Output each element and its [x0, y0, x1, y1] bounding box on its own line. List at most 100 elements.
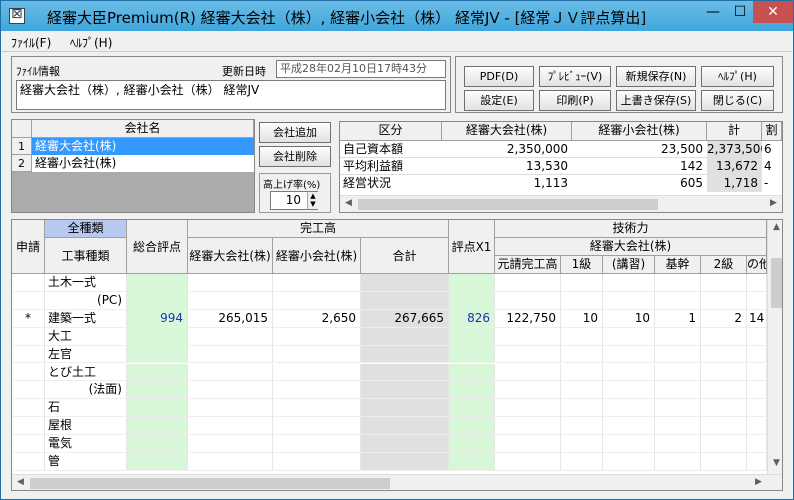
row-tech-cell[interactable]	[701, 274, 747, 292]
scroll-up-icon[interactable]: ▲	[768, 222, 782, 232]
app-icon[interactable]	[9, 6, 25, 24]
row-sum-cell[interactable]	[361, 363, 449, 382]
row-score-cell[interactable]	[127, 345, 188, 364]
row-tech-cell[interactable]: 122,750	[495, 309, 561, 328]
row-score-cell[interactable]: 994	[127, 309, 188, 328]
row-small-cell[interactable]	[273, 274, 361, 292]
row-x1-cell[interactable]	[449, 435, 495, 453]
row-big-cell[interactable]	[188, 274, 273, 292]
row-tech-cell[interactable]	[747, 274, 767, 292]
row-score-cell[interactable]	[127, 453, 188, 471]
summary-cell[interactable]: 23,500	[572, 141, 707, 158]
row-sum-cell[interactable]: 267,665	[361, 309, 449, 328]
new-save-button[interactable]: 新規保存(N)	[616, 66, 696, 87]
row-apply-cell[interactable]	[12, 327, 45, 346]
row-score-cell[interactable]	[127, 291, 188, 310]
row-tech-cell[interactable]	[603, 274, 655, 292]
row-tech-cell[interactable]	[561, 417, 603, 436]
row-type-cell[interactable]: 大工	[45, 327, 127, 346]
row-small-cell[interactable]	[273, 291, 361, 310]
row-tech-cell[interactable]: 2	[701, 309, 747, 328]
row-tech-cell[interactable]	[561, 291, 603, 310]
row-tech-cell[interactable]	[603, 399, 655, 418]
row-score-cell[interactable]	[127, 435, 188, 453]
all-types-button[interactable]: 全種類	[45, 220, 127, 238]
row-x1-cell[interactable]	[449, 274, 495, 292]
row-small-cell[interactable]	[273, 381, 361, 400]
row-tech-cell[interactable]	[747, 345, 767, 364]
summary-hscroll[interactable]: ◀ ▶	[340, 195, 782, 212]
summary-hscroll-thumb[interactable]	[358, 199, 658, 210]
row-apply-cell[interactable]	[12, 274, 45, 292]
row-tech-cell[interactable]	[495, 363, 561, 382]
row-small-cell[interactable]: 2,650	[273, 309, 361, 328]
row-tech-cell[interactable]	[561, 435, 603, 453]
minimize-button[interactable]: —	[699, 1, 727, 23]
row-big-cell[interactable]	[188, 363, 273, 382]
row-apply-cell[interactable]: *	[12, 309, 45, 328]
row-apply-cell[interactable]	[12, 345, 45, 364]
scroll-left-icon[interactable]: ◀	[340, 198, 357, 208]
row-sum-cell[interactable]	[361, 345, 449, 364]
row-big-cell[interactable]	[188, 417, 273, 436]
row-tech-cell[interactable]	[655, 435, 701, 453]
row-tech-cell[interactable]	[701, 417, 747, 436]
pdf-button[interactable]: PDF(D)	[464, 66, 534, 87]
row-type-cell[interactable]: 屋根	[45, 417, 127, 436]
row-tech-cell[interactable]	[701, 291, 747, 310]
row-tech-cell[interactable]	[561, 381, 603, 400]
scroll-right-icon[interactable]: ▶	[765, 198, 782, 208]
row-sum-cell[interactable]	[361, 381, 449, 400]
row-tech-cell[interactable]	[561, 453, 603, 471]
row-sum-cell[interactable]	[361, 399, 449, 418]
row-sum-cell[interactable]	[361, 327, 449, 346]
main-hscroll-thumb[interactable]	[30, 478, 390, 489]
row-tech-cell[interactable]	[495, 327, 561, 346]
row-big-cell[interactable]	[188, 327, 273, 346]
row-tech-cell[interactable]	[701, 453, 747, 471]
row-x1-cell[interactable]	[449, 291, 495, 310]
row-sum-cell[interactable]	[361, 435, 449, 453]
close-button[interactable]: 閉じる(C)	[701, 90, 774, 111]
row-tech-cell[interactable]	[747, 363, 767, 382]
row-tech-cell[interactable]	[495, 417, 561, 436]
row-tech-cell[interactable]	[655, 417, 701, 436]
row-big-cell[interactable]	[188, 345, 273, 364]
row-small-cell[interactable]	[273, 363, 361, 382]
row-tech-cell[interactable]	[747, 435, 767, 453]
row-big-cell[interactable]: 265,015	[188, 309, 273, 328]
row-type-cell[interactable]: とび土工	[45, 363, 127, 382]
row-sum-cell[interactable]	[361, 453, 449, 471]
row-tech-cell[interactable]	[701, 399, 747, 418]
row-tech-cell[interactable]	[655, 381, 701, 400]
row-x1-cell[interactable]	[449, 399, 495, 418]
row-tech-cell[interactable]	[495, 435, 561, 453]
row-big-cell[interactable]	[188, 399, 273, 418]
row-tech-cell[interactable]: 14	[747, 309, 767, 328]
help-button[interactable]: ﾍﾙﾌﾟ(H)	[701, 66, 774, 87]
delete-company-button[interactable]: 会社削除	[259, 146, 331, 167]
summary-cell[interactable]: 142	[572, 158, 707, 175]
row-x1-cell[interactable]	[449, 453, 495, 471]
row-tech-cell[interactable]	[561, 345, 603, 364]
summary-cell[interactable]: 13,530	[442, 158, 572, 175]
row-type-cell[interactable]: 建築一式	[45, 309, 127, 328]
row-apply-cell[interactable]	[12, 291, 45, 310]
row-tech-cell[interactable]	[603, 381, 655, 400]
sales-rate-spinner[interactable]: ▲ ▼	[307, 192, 318, 209]
row-tech-cell[interactable]	[495, 381, 561, 400]
scroll-right-icon[interactable]: ▶	[750, 477, 767, 487]
row-score-cell[interactable]	[127, 327, 188, 346]
row-small-cell[interactable]	[273, 399, 361, 418]
row-type-cell[interactable]: 石	[45, 399, 127, 418]
main-vscroll[interactable]: ▲ ▼	[767, 220, 782, 474]
menu-file[interactable]: ﾌｧｲﾙ(F)	[11, 34, 51, 51]
row-apply-cell[interactable]	[12, 363, 45, 382]
close-window-button[interactable]: ✕	[753, 1, 793, 23]
row-x1-cell[interactable]	[449, 345, 495, 364]
company-row-1[interactable]: 経審大会社(株)	[32, 138, 254, 155]
row-tech-cell[interactable]	[495, 345, 561, 364]
main-hscroll[interactable]: ◀ ▶	[12, 474, 782, 490]
row-tech-cell[interactable]	[747, 327, 767, 346]
row-type-cell[interactable]: 土木一式	[45, 274, 127, 292]
